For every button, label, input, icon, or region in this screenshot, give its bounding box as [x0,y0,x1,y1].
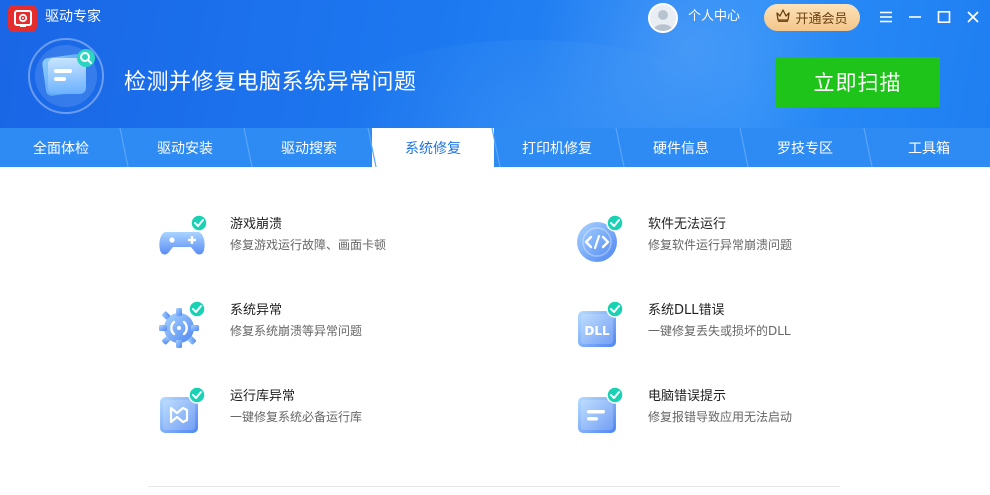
tab-toolbox[interactable]: 工具箱 [868,128,990,167]
tab-full-checkup[interactable]: 全面体检 [0,128,122,167]
repair-item-system-error[interactable]: 系统异常 修复系统崩溃等异常问题 [157,296,497,356]
error-prompt-icon [575,384,627,436]
tab-separator [739,128,749,167]
tab-separator [367,128,377,167]
crown-icon [776,9,791,26]
item-description: 修复报错导致应用无法启动 [648,410,793,424]
svg-text:DLL: DLL [584,324,610,338]
app-logo-icon [8,5,37,32]
item-title: 系统DLL错误 [648,303,725,318]
item-title: 游戏崩溃 [230,217,283,232]
tab-separator [491,128,501,167]
vip-button[interactable]: 开通会员 [764,4,860,31]
item-description: 修复软件运行异常崩溃问题 [648,238,793,252]
system-repair-icon [26,36,106,116]
item-title: 运行库异常 [230,389,296,404]
repair-item-software-cannot-run[interactable]: 软件无法运行 修复软件运行异常崩溃问题 [575,210,915,270]
item-description: 修复游戏运行故障、画面卡顿 [230,238,387,252]
repair-item-dll-error[interactable]: DLL 系统DLL错误 一键修复丢失或损坏的DLL [575,296,915,356]
tab-driver-search[interactable]: 驱动搜索 [248,128,370,167]
tab-separator [615,128,625,167]
tab-hardware-info[interactable]: 硬件信息 [620,128,742,167]
gamepad-icon [157,212,209,264]
maximize-icon[interactable] [933,6,955,28]
header: 驱动专家 个人中心 开通会员 检测并修复电脑系统异常问题 立即扫描 [0,0,990,128]
item-title: 软件无法运行 [648,217,727,232]
item-description: 一键修复系统必备运行库 [230,410,363,424]
content-divider [148,486,840,487]
avatar[interactable] [648,3,678,33]
system-gear-icon [157,298,209,350]
item-title: 电脑错误提示 [648,389,727,404]
app-title: 驱动专家 [45,9,101,25]
user-center-link[interactable]: 个人中心 [688,8,740,26]
vip-label: 开通会员 [795,12,848,27]
repair-item-runtime-library[interactable]: 运行库异常 一键修复系统必备运行库 [157,382,497,442]
main-tab-bar: 全面体检 驱动安装 驱动搜索 系统修复 打印机修复 硬件信息 罗技专区 工具箱 [0,128,990,167]
menu-icon[interactable] [875,6,897,28]
tab-separator [119,128,129,167]
scan-now-button[interactable]: 立即扫描 [775,57,940,107]
item-description: 修复系统崩溃等异常问题 [230,324,363,338]
hero-title: 检测并修复电脑系统异常问题 [124,70,417,95]
tab-logitech-zone[interactable]: 罗技专区 [744,128,866,167]
close-icon[interactable] [962,6,984,28]
code-icon [575,212,627,264]
dll-icon: DLL [575,298,627,350]
tab-separator [863,128,873,167]
runtime-library-icon [157,384,209,436]
tab-printer-repair[interactable]: 打印机修复 [496,128,618,167]
tab-separator [243,128,253,167]
repair-item-error-prompt[interactable]: 电脑错误提示 修复报错导致应用无法启动 [575,382,915,442]
tab-driver-install[interactable]: 驱动安装 [124,128,246,167]
minimize-icon[interactable] [904,6,926,28]
tab-system-repair[interactable]: 系统修复 [372,128,494,167]
item-description: 一键修复丢失或损坏的DLL [648,324,791,338]
item-title: 系统异常 [230,303,283,318]
repair-item-game-crash[interactable]: 游戏崩溃 修复游戏运行故障、画面卡顿 [157,210,497,270]
